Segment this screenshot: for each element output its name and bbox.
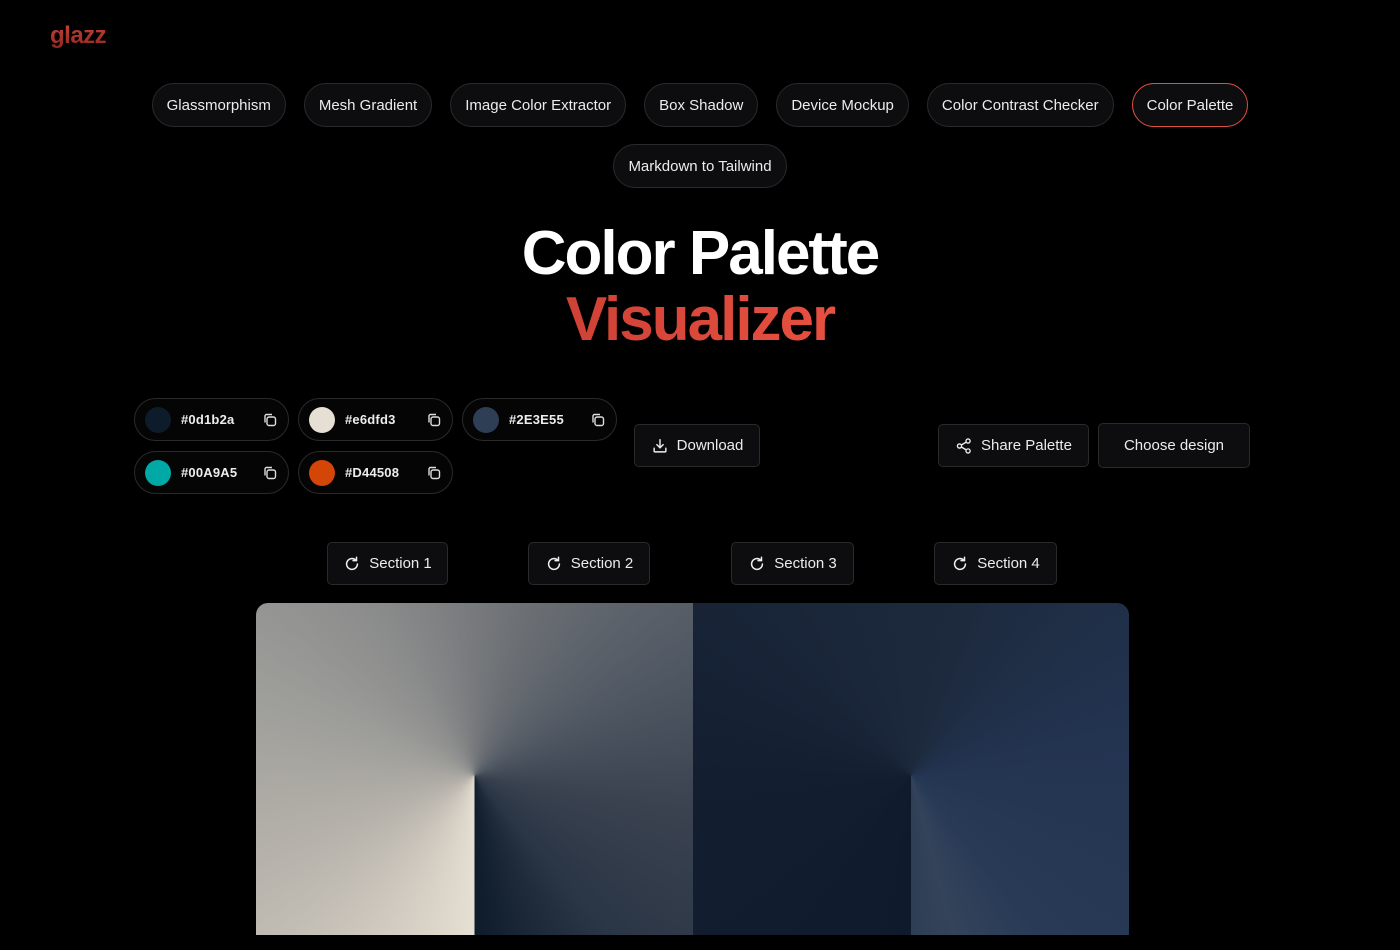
copy-icon[interactable] <box>262 412 278 428</box>
section-3-label: Section 3 <box>774 555 837 572</box>
color-hex: #e6dfd3 <box>345 412 396 427</box>
color-swatch[interactable] <box>145 459 171 486</box>
section-2-label: Section 2 <box>570 555 634 572</box>
copy-icon[interactable] <box>590 412 606 428</box>
preview-panel-right <box>692 603 1129 935</box>
palette-chips: #0d1b2a #e6dfd3 #2E3E55 #00A9A5 #D44508 <box>134 398 624 494</box>
color-swatch[interactable] <box>473 406 499 433</box>
share-label: Share Palette <box>981 437 1072 454</box>
refresh-icon <box>346 555 359 570</box>
color-hex: #D44508 <box>345 465 400 480</box>
color-swatch[interactable] <box>145 406 171 433</box>
section-1-button[interactable]: Section 1 <box>327 542 448 585</box>
refresh-icon <box>751 555 764 570</box>
palette-preview <box>256 603 1129 935</box>
refresh-icon <box>547 555 560 570</box>
download-button[interactable]: Download <box>634 424 760 467</box>
section-1-label: Section 1 <box>369 555 432 572</box>
logo[interactable]: glazz <box>50 22 107 50</box>
share-palette-button[interactable]: Share Palette <box>938 424 1089 467</box>
color-chip: #2E3E55 <box>462 398 617 441</box>
copy-icon[interactable] <box>426 465 442 481</box>
nav-glassmorphism[interactable]: Glassmorphism <box>151 83 286 127</box>
download-label: Download <box>676 437 744 454</box>
color-hex: #2E3E55 <box>509 412 564 427</box>
choose-design-label: Choose design <box>1123 437 1225 454</box>
color-chip: #D44508 <box>298 451 453 494</box>
section-4-button[interactable]: Section 4 <box>934 542 1057 585</box>
tool-nav: Glassmorphism Mesh Gradient Image Color … <box>0 83 1400 188</box>
section-2-button[interactable]: Section 2 <box>528 542 650 585</box>
color-hex: #00A9A5 <box>181 465 238 480</box>
share-icon <box>956 437 971 454</box>
color-chip: #00A9A5 <box>134 451 289 494</box>
color-chip: #e6dfd3 <box>298 398 453 441</box>
color-hex: #0d1b2a <box>181 412 235 427</box>
nav-box-shadow[interactable]: Box Shadow <box>644 83 759 127</box>
color-swatch[interactable] <box>309 406 335 433</box>
nav-mesh-gradient[interactable]: Mesh Gradient <box>303 83 433 127</box>
section-3-button[interactable]: Section 3 <box>731 542 854 585</box>
page-title: Color Palette <box>521 219 880 288</box>
refresh-icon <box>954 555 967 570</box>
nav-image-color-extractor[interactable]: Image Color Extractor <box>450 83 627 127</box>
choose-design-button[interactable]: Choose design <box>1098 423 1250 468</box>
preview-panel-left <box>256 603 693 935</box>
nav-device-mockup[interactable]: Device Mockup <box>776 83 909 127</box>
color-swatch[interactable] <box>309 459 335 486</box>
nav-color-palette[interactable]: Color Palette <box>1131 83 1249 127</box>
color-chip: #0d1b2a <box>134 398 289 441</box>
page-subtitle: Visualizer <box>0 284 1400 355</box>
copy-icon[interactable] <box>262 465 278 481</box>
download-icon <box>653 438 667 453</box>
copy-icon[interactable] <box>426 412 442 428</box>
nav-markdown-to-tailwind[interactable]: Markdown to Tailwind <box>613 144 787 188</box>
section-4-label: Section 4 <box>977 555 1040 572</box>
nav-color-contrast-checker[interactable]: Color Contrast Checker <box>926 83 1114 127</box>
